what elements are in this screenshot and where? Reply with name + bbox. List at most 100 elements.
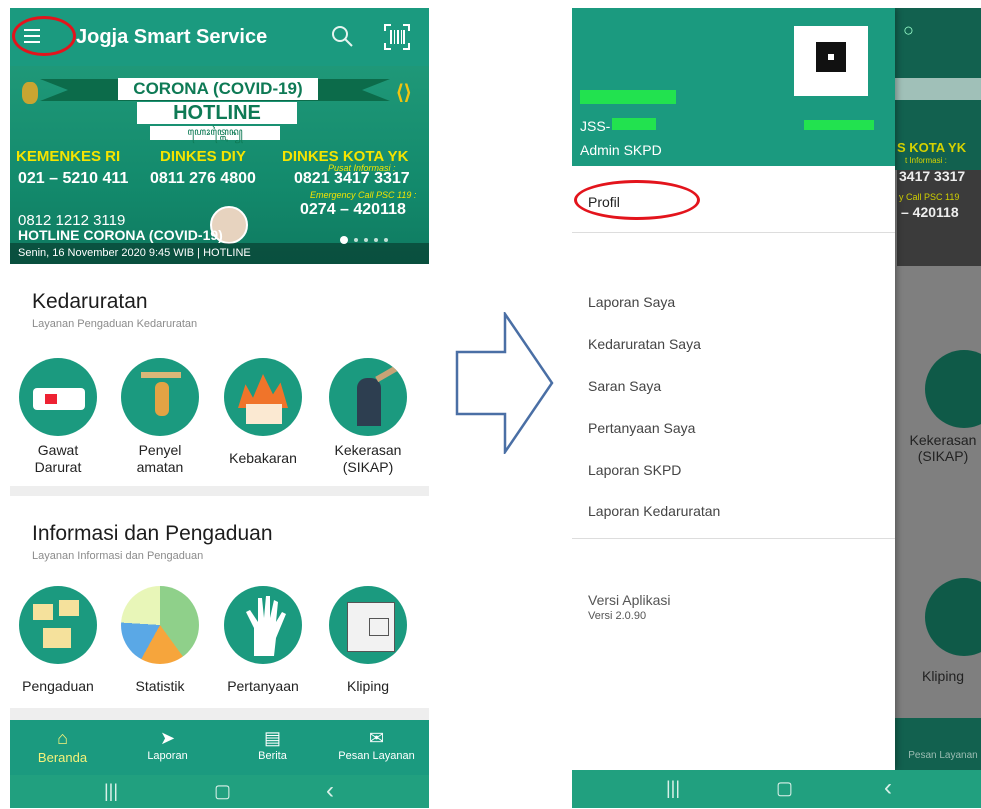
menu-pertanyaan-saya[interactable]: Pertanyaan Saya — [588, 420, 695, 436]
section-subtitle: Layanan Pengaduan Kedaruratan — [32, 318, 198, 330]
nav-label: Pesan Layanan — [338, 750, 415, 762]
bg-label: y Call PSC 119 — [899, 192, 960, 202]
carousel-indicator[interactable] — [340, 236, 388, 244]
home-icon: ⌂ — [57, 728, 68, 748]
emergency-phone: 0274 – 420118 — [300, 201, 406, 218]
tile-kekerasan[interactable]: Kekerasan (SIKAP) — [318, 358, 418, 476]
tile-label: Kekerasan (SIKAP) — [334, 442, 402, 475]
recents-button[interactable]: ||| — [666, 778, 680, 799]
redacted-info — [804, 120, 874, 130]
rescue-icon — [121, 358, 199, 436]
drawer-screen: ○ S KOTA YK t Informasi : 3417 3317 y Ca… — [572, 8, 981, 808]
user-id: JSS- — [580, 118, 611, 134]
bg-label: Pesan Layanan — [908, 750, 978, 761]
tile-label: Kliping — [346, 678, 390, 694]
transition-arrow-icon — [455, 312, 554, 454]
banner-caption-date: Senin, 16 November 2020 9:45 WIB | HOTLI… — [18, 247, 251, 259]
tile-label: Statistik — [135, 678, 185, 694]
hand-raise-icon — [224, 586, 302, 664]
redacted-name — [580, 90, 676, 104]
section-subtitle: Layanan Informasi dan Pengaduan — [32, 550, 204, 562]
tile-label: Kebakaran — [229, 450, 297, 466]
tile-gawat-darurat[interactable]: Gawat Darurat — [10, 358, 108, 476]
redacted-id — [612, 118, 656, 130]
jogja-logo-icon — [22, 82, 38, 104]
ambulance-icon — [19, 358, 97, 436]
bg-label: S KOTA YK — [897, 140, 967, 155]
home-button[interactable]: ▢ — [214, 781, 231, 802]
news-icon: ▤ — [263, 728, 281, 748]
nav-label: Laporan — [147, 750, 188, 762]
tile-kliping[interactable]: Kliping — [318, 586, 418, 695]
banner-title-top: CORONA (COVID-19) — [118, 78, 318, 100]
drawer-header: JSS- Admin SKPD — [572, 8, 895, 166]
bg-label: Kekerasan (SIKAP) — [909, 432, 977, 464]
home-button[interactable]: ▢ — [776, 778, 793, 799]
menu-kedaruratan-saya[interactable]: Kedaruratan Saya — [588, 336, 701, 352]
contact-phone: 0821 3417 3317 — [294, 170, 410, 187]
nav-laporan[interactable]: ➤ Laporan — [115, 720, 220, 775]
hotline-banner[interactable]: ⟨⟩ CORONA (COVID-19) HOTLINE ꦲꦺꦴꦠ꧀ꦭꦻꦤ꧀ K… — [10, 66, 429, 264]
recents-button[interactable]: ||| — [104, 781, 118, 802]
complaint-icon — [19, 586, 97, 664]
tile-label: Gawat Darurat — [34, 442, 82, 475]
contact-phone: 021 – 5210 411 — [18, 170, 129, 187]
dimmed-background: ○ S KOTA YK t Informasi : 3417 3317 y Ca… — [895, 8, 981, 808]
bg-label: Kliping — [921, 668, 965, 684]
back-button[interactable]: ‹ — [326, 777, 334, 805]
kraton-logo-icon: ⟨⟩ — [396, 82, 412, 104]
section-title: Informasi dan Pengaduan — [32, 522, 273, 545]
bottom-navigation: ⌂ Beranda ➤ Laporan ▤ Berita ✉ Pesan Lay… — [10, 720, 429, 775]
barcode-scan-icon[interactable] — [382, 22, 412, 52]
qr-code-icon[interactable] — [794, 26, 868, 96]
version-value: Versi 2.0.90 — [588, 610, 647, 622]
section-divider — [10, 708, 429, 720]
menu-laporan-kedaruratan[interactable]: Laporan Kedaruratan — [588, 503, 720, 519]
mail-icon: ✉ — [368, 728, 385, 748]
send-icon: ➤ — [159, 728, 176, 748]
system-navigation-bar: ||| ▢ ‹ — [572, 770, 981, 808]
nav-label: Beranda — [37, 750, 88, 765]
emergency-label: Emergency Call PSC 119 : — [310, 190, 417, 200]
nav-beranda[interactable]: ⌂ Beranda — [10, 720, 115, 775]
emergency-section: Kedaruratan Layanan Pengaduan Kedarurata… — [10, 264, 429, 486]
nav-pesan-layanan[interactable]: ✉ Pesan Layanan — [324, 720, 429, 775]
banner-caption-title: HOTLINE CORONA (COVID-19) — [18, 227, 223, 243]
tile-statistik[interactable]: Statistik — [110, 586, 210, 695]
version-label: Versi Aplikasi — [588, 592, 671, 608]
menu-saran-saya[interactable]: Saran Saya — [588, 378, 661, 394]
search-icon[interactable] — [330, 24, 356, 50]
tile-label: Pengaduan — [22, 678, 94, 694]
banner-title-main: HOTLINE — [137, 102, 297, 124]
contact-name: DINKES DIY — [160, 148, 246, 165]
menu-laporan-saya[interactable]: Laporan Saya — [588, 294, 675, 310]
section-title: Kedaruratan — [32, 290, 148, 313]
bg-label: – 420118 — [901, 204, 959, 220]
contact-name: KEMENKES RI — [16, 148, 121, 165]
tile-label: Penyel amatan — [136, 442, 184, 475]
home-screen: Jogja Smart Service ⟨⟩ CORONA (COVID-19)… — [10, 8, 429, 808]
drawer-divider — [572, 538, 895, 539]
nav-berita[interactable]: ▤ Berita — [220, 720, 325, 775]
nav-label: Berita — [258, 750, 287, 762]
contact-phone: 0811 276 4800 — [150, 170, 256, 187]
tile-penyelamatan[interactable]: Penyel amatan — [110, 358, 210, 476]
newspaper-icon — [329, 586, 407, 664]
pie-chart-icon — [121, 586, 199, 664]
highlight-circle-profil — [574, 180, 700, 220]
fire-icon — [224, 358, 302, 436]
app-title: Jogja Smart Service — [76, 26, 268, 48]
app-bar: Jogja Smart Service — [10, 8, 429, 66]
menu-laporan-skpd[interactable]: Laporan SKPD — [588, 462, 681, 478]
violence-icon — [329, 358, 407, 436]
user-role: Admin SKPD — [580, 142, 662, 158]
tile-label: Pertanyaan — [227, 678, 299, 694]
tile-pengaduan[interactable]: Pengaduan — [10, 586, 108, 695]
tile-pertanyaan[interactable]: Pertanyaan — [213, 586, 313, 695]
drawer-divider — [572, 232, 895, 233]
tile-kebakaran[interactable]: Kebakaran — [213, 358, 313, 467]
back-button[interactable]: ‹ — [884, 774, 892, 802]
bg-label: 3417 3317 — [899, 168, 966, 184]
highlight-circle-menu — [12, 16, 76, 56]
navigation-drawer: JSS- Admin SKPD Profil Laporan Saya Keda… — [572, 8, 895, 770]
